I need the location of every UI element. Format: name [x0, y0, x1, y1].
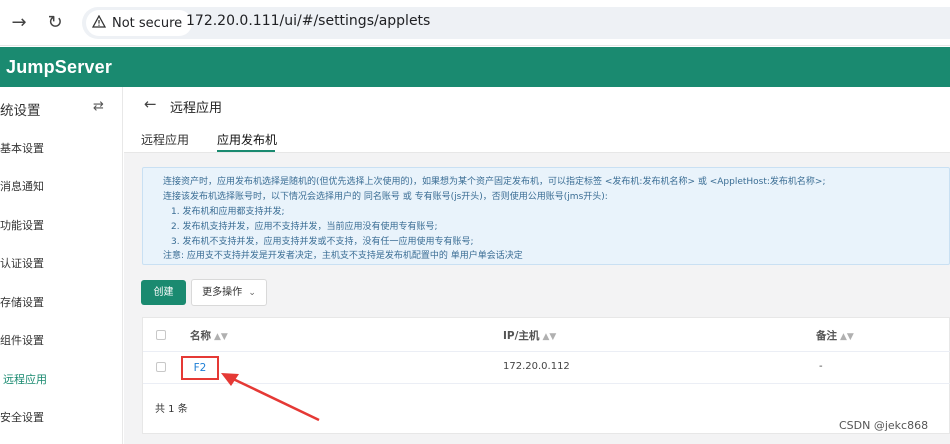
alert-line-1: 连接资产时，应用发布机选择是随机的(但优先选择上次使用的)，如果想为某个资产固定…	[163, 177, 826, 187]
sidebar-item-storage[interactable]: 存储设置	[0, 294, 44, 310]
tab-remote-apps[interactable]: 远程应用	[141, 131, 189, 148]
warning-icon	[91, 14, 107, 32]
alert-line-6: 注意: 应用支不支持并发是开发者决定，主机支不支持是发布机配置中的 单用户单会话…	[163, 251, 523, 261]
sort-icon[interactable]: ▲▼	[214, 332, 228, 342]
app-header: JumpServer	[0, 47, 950, 87]
sidebar: 统设置 ⇄ 基本设置 消息通知 功能设置 认证设置 存储设置 组件设置 远程应用…	[0, 87, 123, 444]
alert-line-3: 1. 发布机和应用都支持并发;	[171, 207, 285, 217]
security-label: Not secure	[112, 15, 183, 31]
more-actions-dropdown[interactable]: 更多操作 ⌄	[191, 279, 267, 306]
sort-icon[interactable]: ▲▼	[542, 332, 556, 342]
column-header-name[interactable]: 名称 ▲▼	[190, 328, 228, 343]
column-comment-label: 备注	[816, 330, 837, 342]
browser-toolbar: → ↻ Not secure 172.20.0.111/ui/#/setting…	[0, 0, 950, 46]
total-count: 共 1 条	[155, 404, 188, 415]
sidebar-item-auth[interactable]: 认证设置	[0, 255, 44, 271]
reload-icon[interactable]: ↻	[44, 12, 66, 34]
create-button[interactable]: 创建	[141, 280, 186, 305]
more-actions-label: 更多操作	[202, 287, 243, 298]
column-header-comment[interactable]: 备注 ▲▼	[816, 328, 854, 343]
host-name-link[interactable]: F2	[181, 356, 219, 380]
sidebar-item-components[interactable]: 组件设置	[0, 332, 44, 348]
back-arrow-icon[interactable]: ←	[144, 95, 157, 113]
alert-line-5: 3. 发布机不支持并发，应用支持并发或不支持，没有任一应用使用专有账号;	[171, 237, 474, 247]
url-text[interactable]: 172.20.0.111/ui/#/settings/applets	[186, 13, 430, 29]
alert-line-2: 连接该发布机选择账号时，以下情况会选择用户的 同名账号 或 专有账号(js开头)…	[163, 192, 608, 202]
sidebar-item-security[interactable]: 安全设置	[0, 409, 44, 425]
select-all-checkbox[interactable]	[156, 330, 166, 340]
column-ip-label: IP/主机	[503, 330, 540, 342]
sidebar-item-notifications[interactable]: 消息通知	[0, 178, 44, 194]
annotation-arrow-icon	[221, 373, 320, 422]
page-header: ← 远程应用 远程应用 应用发布机	[124, 87, 950, 153]
sidebar-item-remote-apps[interactable]: 远程应用	[3, 371, 47, 387]
security-chip[interactable]: Not secure	[86, 10, 193, 36]
row-checkbox[interactable]	[156, 362, 166, 372]
sidebar-item-basic[interactable]: 基本设置	[0, 140, 44, 156]
sidebar-item-features[interactable]: 功能设置	[0, 217, 44, 233]
table-header: 名称 ▲▼ IP/主机 ▲▼ 备注 ▲▼	[143, 318, 950, 352]
swap-icon[interactable]: ⇄	[93, 99, 104, 114]
chevron-down-icon: ⌄	[248, 288, 256, 298]
alert-line-4: 2. 发布机支持并发，应用不支持并发，当前应用没有使用专有账号;	[171, 222, 438, 232]
brand-logo[interactable]: JumpServer	[6, 57, 112, 78]
info-alert: 连接资产时，应用发布机选择是随机的(但优先选择上次使用的)，如果想为某个资产固定…	[142, 167, 950, 265]
column-name-label: 名称	[190, 330, 211, 342]
tab-applet-hosts[interactable]: 应用发布机	[217, 131, 277, 148]
host-ip: 172.20.0.112	[503, 361, 570, 372]
column-header-ip[interactable]: IP/主机 ▲▼	[503, 328, 556, 343]
watermark: CSDN @jekc868	[839, 419, 929, 432]
app-root: → ↻ Not secure 172.20.0.111/ui/#/setting…	[0, 0, 950, 444]
host-comment: -	[819, 361, 823, 372]
active-tab-indicator	[217, 150, 275, 152]
page-title: 远程应用	[170, 101, 223, 116]
arrow-right-icon[interactable]: →	[8, 12, 30, 34]
sidebar-title: 统设置	[0, 103, 41, 119]
sort-icon[interactable]: ▲▼	[840, 332, 854, 342]
